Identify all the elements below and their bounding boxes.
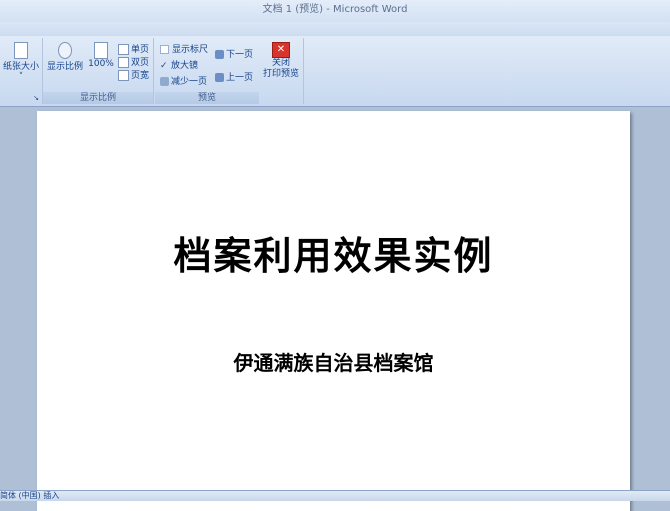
paper-size-label: 纸张大小 bbox=[2, 62, 39, 72]
page-100-icon bbox=[94, 42, 108, 59]
shrink-icon bbox=[160, 77, 169, 86]
zoom-group-label: 显示比例 bbox=[43, 92, 153, 104]
page-setup-group: 纸张大小 ˅ ↘ bbox=[0, 38, 43, 104]
document-area[interactable]: 档案利用效果实例 伊通满族自治县档案馆 bbox=[0, 107, 670, 511]
show-ruler-box bbox=[160, 45, 169, 54]
window-title: 文档 1 (预览) - Microsoft Word bbox=[262, 4, 408, 15]
status-bar: 简体 (中国) 插入 bbox=[0, 490, 670, 501]
prev-page-label: 上一页 bbox=[226, 73, 254, 83]
status-text: 简体 (中国) 插入 bbox=[0, 491, 60, 500]
page-width-label: 页宽 bbox=[131, 71, 150, 81]
next-page-icon bbox=[215, 50, 224, 59]
next-page-label: 下一页 bbox=[226, 50, 254, 60]
shrink-one-page-button[interactable]: 减少一页 bbox=[160, 74, 207, 87]
check-icon: ✓ bbox=[160, 61, 168, 71]
magnifier-label: 放大镜 bbox=[171, 61, 199, 71]
zoom-label: 显示比例 bbox=[46, 62, 83, 72]
one-page-button[interactable]: 单页 bbox=[118, 42, 149, 55]
zoom-100-button[interactable]: 100% bbox=[87, 42, 115, 69]
dropdown-arrow-icon: ˅ bbox=[18, 72, 24, 82]
two-pages-button[interactable]: 双页 bbox=[118, 55, 149, 68]
prev-page-button[interactable]: 上一页 bbox=[215, 70, 253, 83]
zoom-100-label: 100% bbox=[88, 59, 114, 69]
close-label-1: 关闭 bbox=[271, 58, 290, 68]
close-print-preview-button[interactable]: ✕ 关闭 打印预览 bbox=[259, 42, 303, 80]
paper-size-button[interactable]: 纸张大小 ˅ bbox=[2, 42, 40, 82]
preview-group-label: 预览 bbox=[155, 92, 259, 104]
page-icon bbox=[14, 42, 28, 59]
two-pages-icon bbox=[118, 57, 129, 68]
shrink-one-page-label: 减少一页 bbox=[171, 77, 208, 87]
zoom-group: 显示比例 100% 单页 双页 页宽 显示比例 bbox=[43, 38, 154, 104]
page-width-icon bbox=[118, 70, 129, 81]
one-page-icon bbox=[118, 44, 129, 55]
close-icon: ✕ bbox=[272, 42, 290, 58]
prev-page-icon bbox=[215, 73, 224, 82]
close-label-2: 打印预览 bbox=[262, 69, 299, 79]
show-ruler-label: 显示标尺 bbox=[172, 45, 209, 55]
two-pages-label: 双页 bbox=[131, 58, 150, 68]
show-ruler-checkbox[interactable]: 显示标尺 bbox=[160, 42, 208, 55]
document-page[interactable]: 档案利用效果实例 伊通满族自治县档案馆 bbox=[37, 111, 630, 511]
page-width-button[interactable]: 页宽 bbox=[118, 68, 149, 81]
magnifier-icon bbox=[58, 42, 72, 59]
preview-group: 显示标尺 ✓ 放大镜 减少一页 下一页 上一页 ✕ 关闭 打印预览 预览 bbox=[155, 38, 304, 104]
magnifier-checkbox[interactable]: ✓ 放大镜 bbox=[160, 58, 198, 71]
one-page-label: 单页 bbox=[131, 45, 150, 55]
document-title: 档案利用效果实例 bbox=[173, 234, 494, 278]
dialog-launcher-icon[interactable]: ↘ bbox=[33, 94, 39, 102]
next-page-button[interactable]: 下一页 bbox=[215, 47, 253, 60]
zoom-button[interactable]: 显示比例 bbox=[46, 42, 84, 72]
ribbon-tab-strip bbox=[0, 22, 670, 37]
document-subtitle: 伊通满族自治县档案馆 bbox=[233, 351, 434, 375]
window-title-bar: 文档 1 (预览) - Microsoft Word bbox=[0, 0, 670, 22]
ribbon: 纸张大小 ˅ ↘ 显示比例 100% 单页 双页 页宽 显示比例 显示标尺 ✓ 放 bbox=[0, 36, 670, 107]
